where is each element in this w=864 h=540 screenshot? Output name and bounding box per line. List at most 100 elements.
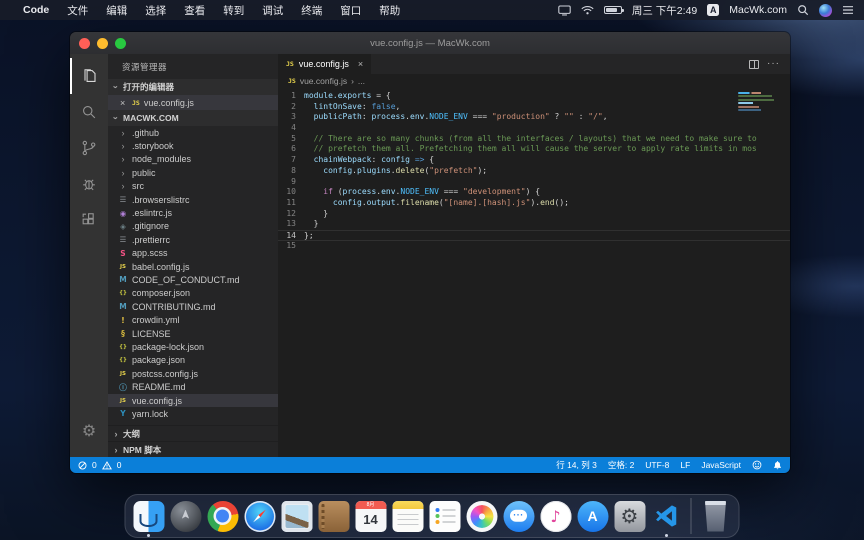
- minimize-window-button[interactable]: [97, 38, 108, 49]
- file-row-.eslintrc.js[interactable]: ◉.eslintrc.js: [108, 206, 278, 219]
- file-row-node_modules[interactable]: ›node_modules: [108, 153, 278, 166]
- code-line[interactable]: 12 }: [278, 209, 790, 220]
- input-source-icon[interactable]: A: [707, 4, 719, 16]
- file-row-CONTRIBUTING.md[interactable]: MCONTRIBUTING.md: [108, 300, 278, 313]
- breadcrumb-item[interactable]: ...: [358, 76, 365, 86]
- code-line[interactable]: 10 if (process.env.NODE_ENV === "develop…: [278, 187, 790, 198]
- siri-icon[interactable]: [819, 4, 832, 17]
- messages-dock-icon[interactable]: [503, 498, 535, 534]
- feedback-smiley-icon[interactable]: [752, 460, 762, 470]
- open-editors-section-header[interactable]: › 打开的编辑器: [108, 79, 278, 95]
- status-item[interactable]: 行 14, 列 3: [556, 459, 597, 471]
- menu-brand-text[interactable]: MacWk.com: [729, 4, 787, 16]
- section-大纲[interactable]: ›大纲: [108, 425, 278, 441]
- file-row-.browserslistrc[interactable]: ☰.browserslistrc: [108, 193, 278, 206]
- menu-item-窗口[interactable]: 窗口: [331, 3, 370, 18]
- code-line[interactable]: 3 publicPath: process.env.NODE_ENV === "…: [278, 112, 790, 123]
- breadcrumb-item[interactable]: vue.config.js: [300, 76, 347, 86]
- code-line[interactable]: 4: [278, 123, 790, 134]
- reminders-dock-icon[interactable]: [429, 498, 461, 534]
- settings-gear-icon[interactable]: ⚙: [70, 413, 108, 449]
- code-line[interactable]: 2 lintOnSave: false,: [278, 102, 790, 113]
- status-item[interactable]: UTF-8: [645, 460, 669, 470]
- status-item[interactable]: JavaScript: [701, 460, 741, 470]
- file-row-.storybook[interactable]: ›.storybook: [108, 139, 278, 152]
- code-line[interactable]: 9: [278, 177, 790, 188]
- file-row-CODE_OF_CONDUCT.md[interactable]: MCODE_OF_CONDUCT.md: [108, 273, 278, 286]
- search-icon[interactable]: [797, 4, 809, 16]
- warnings-icon[interactable]: [102, 461, 112, 470]
- display-icon[interactable]: [558, 5, 571, 16]
- file-row-package-lock.json[interactable]: {}package-lock.json: [108, 340, 278, 353]
- menu-clock[interactable]: 周三 下午2:49: [632, 3, 697, 18]
- file-row-src[interactable]: ›src: [108, 180, 278, 193]
- sysprefs-dock-icon[interactable]: [614, 498, 646, 534]
- errors-icon[interactable]: [78, 461, 87, 470]
- file-row-app.scss[interactable]: Sapp.scss: [108, 247, 278, 260]
- search-icon[interactable]: [70, 94, 108, 130]
- menu-item-终端[interactable]: 终端: [292, 3, 331, 18]
- file-row-vue.config.js[interactable]: JSvue.config.js: [108, 394, 278, 407]
- extensions-icon[interactable]: [70, 202, 108, 238]
- finder-dock-icon[interactable]: [133, 498, 165, 534]
- file-row-.gitignore[interactable]: ◈.gitignore: [108, 220, 278, 233]
- minimap[interactable]: [738, 92, 776, 138]
- contacts-dock-icon[interactable]: [318, 498, 350, 534]
- menu-item-编辑[interactable]: 编辑: [97, 3, 136, 18]
- vscode-dock-icon[interactable]: [651, 498, 683, 534]
- status-item[interactable]: 空格: 2: [608, 459, 634, 471]
- file-row-public[interactable]: ›public: [108, 166, 278, 179]
- file-row-yarn.lock[interactable]: Yyarn.lock: [108, 407, 278, 420]
- close-icon[interactable]: ×: [120, 98, 128, 108]
- close-tab-icon[interactable]: ×: [358, 59, 363, 69]
- battery-icon[interactable]: [604, 6, 622, 14]
- appstore-dock-icon[interactable]: A: [577, 498, 609, 534]
- notification-center-icon[interactable]: [842, 5, 854, 15]
- code-line[interactable]: 11 config.output.filename("[name].[hash]…: [278, 198, 790, 209]
- menu-item-查看[interactable]: 查看: [175, 3, 214, 18]
- file-row-README.md[interactable]: ⓘREADME.md: [108, 380, 278, 393]
- launchpad-dock-icon[interactable]: [170, 498, 202, 534]
- menu-item-帮助[interactable]: 帮助: [370, 3, 409, 18]
- file-row-LICENSE[interactable]: §LICENSE: [108, 327, 278, 340]
- code-line[interactable]: 13 }: [278, 219, 790, 230]
- file-row-.github[interactable]: ›.github: [108, 126, 278, 139]
- photos-dock-icon[interactable]: [466, 498, 498, 534]
- window-title-bar[interactable]: vue.config.js — MacWk.com: [70, 32, 790, 54]
- breadcrumb[interactable]: JSvue.config.js›...: [278, 74, 790, 88]
- file-row-.prettierrc[interactable]: ☰.prettierrc: [108, 233, 278, 246]
- code-line[interactable]: 5 // There are so many chunks (from all …: [278, 134, 790, 145]
- code-line[interactable]: 6 // prefetch them all. Prefetching them…: [278, 144, 790, 155]
- file-row-babel.config.js[interactable]: JSbabel.config.js: [108, 260, 278, 273]
- split-editor-icon[interactable]: [749, 60, 759, 69]
- close-window-button[interactable]: [79, 38, 90, 49]
- menu-item-选择[interactable]: 选择: [136, 3, 175, 18]
- section-NPM 脚本[interactable]: ›NPM 脚本: [108, 441, 278, 457]
- wifi-icon[interactable]: [581, 5, 594, 15]
- code-line[interactable]: 8 config.plugins.delete("prefetch");: [278, 166, 790, 177]
- menu-item-文件[interactable]: 文件: [58, 3, 97, 18]
- code-line[interactable]: 15: [278, 241, 790, 252]
- code-line[interactable]: 14};: [278, 230, 790, 241]
- explorer-icon[interactable]: [70, 58, 108, 94]
- calendar-dock-icon[interactable]: 8月14: [355, 498, 387, 534]
- itunes-dock-icon[interactable]: [540, 498, 572, 534]
- status-item[interactable]: LF: [680, 460, 690, 470]
- debug-icon[interactable]: [70, 166, 108, 202]
- menu-app-name[interactable]: Code: [14, 4, 58, 16]
- safari-dock-icon[interactable]: [244, 498, 276, 534]
- menu-item-转到[interactable]: 转到: [214, 3, 253, 18]
- code-editor[interactable]: 1module.exports = {2 lintOnSave: false,3…: [278, 88, 790, 457]
- bell-icon[interactable]: [773, 460, 782, 470]
- file-row-postcss.config.js[interactable]: JSpostcss.config.js: [108, 367, 278, 380]
- tab-vue-config-js[interactable]: JS vue.config.js ×: [278, 54, 371, 74]
- code-line[interactable]: 7 chainWebpack: config => {: [278, 155, 790, 166]
- file-row-package.json[interactable]: {}package.json: [108, 354, 278, 367]
- workspace-section-header[interactable]: › MACWK.COM: [108, 110, 278, 126]
- notes-dock-icon[interactable]: [392, 498, 424, 534]
- file-row-crowdin.yml[interactable]: !crowdin.yml: [108, 313, 278, 326]
- file-row-composer.json[interactable]: {}composer.json: [108, 287, 278, 300]
- zoom-window-button[interactable]: [115, 38, 126, 49]
- mail-dock-icon[interactable]: [281, 498, 313, 534]
- chrome-dock-icon[interactable]: [207, 498, 239, 534]
